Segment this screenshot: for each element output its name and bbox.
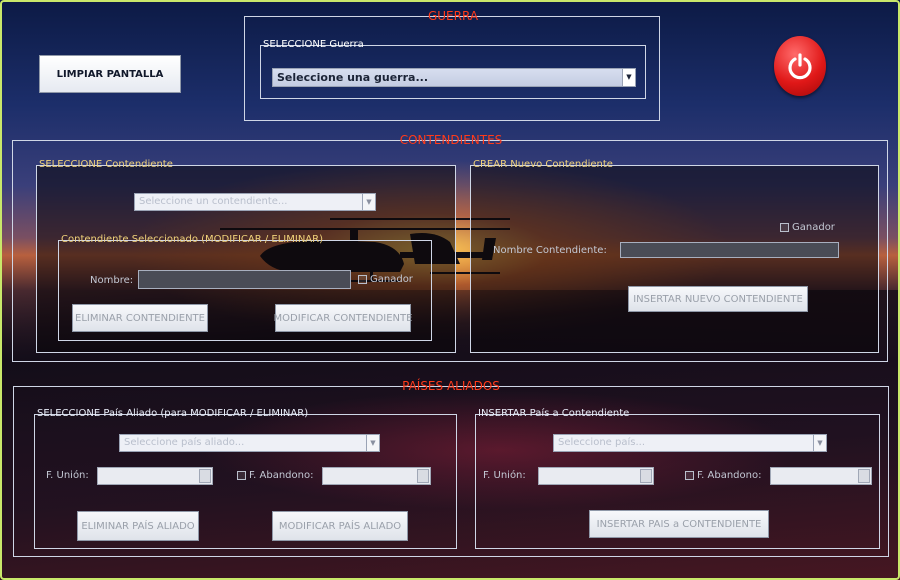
delete-aliado-button[interactable]: ELIMINAR PAÍS ALIADO: [77, 511, 199, 541]
clear-screen-label: LIMPIAR PANTALLA: [56, 68, 164, 80]
guerra-select-panel: SELECCIONE Guerra Seleccione una guerra.…: [260, 39, 646, 99]
new-ganador-checkbox[interactable]: Ganador: [780, 222, 835, 233]
guerra-select-title: SELECCIONE Guerra: [263, 39, 364, 50]
checkbox-box[interactable]: [358, 275, 367, 284]
modify-aliado-label: MODIFICAR PAÍS ALIADO: [278, 520, 402, 532]
calendar-icon[interactable]: [417, 469, 429, 483]
aliado-select-panel: SELECCIONE País Aliado (para MODIFICAR /…: [34, 408, 457, 549]
abandono-date-input[interactable]: [322, 467, 431, 485]
delete-aliado-label: ELIMINAR PAÍS ALIADO: [81, 520, 195, 532]
contendiente-selected-panel: Contendiente Seleccionado (MODIFICAR / E…: [58, 234, 432, 341]
guerra-group: GUERRA SELECCIONE Guerra Seleccione una …: [244, 9, 660, 121]
insert-union-date-label: F. Unión:: [483, 470, 526, 481]
modify-aliado-button[interactable]: MODIFICAR PAÍS ALIADO: [272, 511, 408, 541]
aliado-insert-panel: INSERTAR País a Contendiente Seleccione …: [475, 408, 880, 549]
abandono-label: F. Abandono:: [249, 470, 314, 481]
guerra-title: GUERRA: [427, 9, 479, 23]
aliado-select-value: Seleccione país aliado...: [124, 437, 245, 448]
aliado-insert-title: INSERTAR País a Contendiente: [478, 408, 630, 419]
new-name-label: Nombre Contendiente:: [493, 245, 607, 256]
contendiente-create-panel: CREAR Nuevo Contendiente Ganador Nombre …: [470, 159, 879, 353]
ganador-checkbox[interactable]: Ganador: [358, 274, 413, 285]
insert-pais-button[interactable]: INSERTAR PAIS a CONTENDIENTE: [589, 510, 769, 538]
insert-union-date-input[interactable]: [538, 467, 654, 485]
contendiente-select[interactable]: Seleccione un contendiente... ▼: [134, 193, 376, 211]
delete-contendiente-label: ELIMINAR CONTENDIENTE: [75, 312, 205, 324]
pais-select-value: Seleccione país...: [558, 437, 645, 448]
delete-contendiente-button[interactable]: ELIMINAR CONTENDIENTE: [72, 304, 208, 332]
contendientes-group: CONTENDIENTES SELECCIONE Contendiente Se…: [12, 133, 888, 362]
insert-abandono-checkbox[interactable]: F. Abandono:: [685, 470, 761, 481]
power-icon: [788, 53, 812, 80]
guerra-select-value: Seleccione una guerra...: [277, 71, 428, 84]
clear-screen-button[interactable]: LIMPIAR PANTALLA: [39, 55, 181, 93]
pais-select[interactable]: Seleccione país... ▼: [553, 434, 827, 452]
guerra-select[interactable]: Seleccione una guerra... ▼: [272, 68, 636, 87]
aliado-select[interactable]: Seleccione país aliado... ▼: [119, 434, 380, 452]
union-date-input[interactable]: [97, 467, 213, 485]
chevron-down-icon[interactable]: ▼: [362, 194, 375, 210]
checkbox-box[interactable]: [237, 471, 246, 480]
contendiente-create-title: CREAR Nuevo Contendiente: [473, 159, 613, 170]
new-ganador-label: Ganador: [792, 222, 835, 233]
insert-abandono-label: F. Abandono:: [697, 470, 762, 481]
aliados-group: PAÍSES ALIADOS SELECCIONE País Aliado (p…: [13, 379, 889, 557]
calendar-icon[interactable]: [199, 469, 211, 483]
contendiente-select-title: SELECCIONE Contendiente: [39, 159, 173, 170]
contendiente-selected-title: Contendiente Seleccionado (MODIFICAR / E…: [61, 234, 323, 245]
aliado-select-title: SELECCIONE País Aliado (para MODIFICAR /…: [37, 408, 309, 419]
chevron-down-icon[interactable]: ▼: [622, 69, 635, 86]
modify-contendiente-label: MODIFICAR CONTENDIENTE: [273, 312, 413, 324]
insert-contendiente-label: INSERTAR NUEVO CONTENDIENTE: [633, 293, 803, 305]
union-date-label: F. Unión:: [46, 470, 89, 481]
aliados-title: PAÍSES ALIADOS: [402, 379, 500, 393]
abandono-checkbox[interactable]: F. Abandono:: [237, 470, 313, 481]
checkbox-box[interactable]: [780, 223, 789, 232]
power-button[interactable]: [774, 36, 826, 96]
contendiente-select-panel: SELECCIONE Contendiente Seleccione un co…: [36, 159, 456, 353]
chevron-down-icon[interactable]: ▼: [366, 435, 379, 451]
calendar-icon[interactable]: [858, 469, 870, 483]
contendiente-name-input[interactable]: [138, 270, 351, 289]
name-label: Nombre:: [90, 275, 134, 286]
contendiente-select-value: Seleccione un contendiente...: [139, 196, 288, 207]
insert-pais-label: INSERTAR PAIS a CONTENDIENTE: [596, 518, 762, 530]
contendientes-title: CONTENDIENTES: [399, 133, 503, 147]
chevron-down-icon[interactable]: ▼: [813, 435, 826, 451]
insert-abandono-date-input[interactable]: [770, 467, 872, 485]
calendar-icon[interactable]: [640, 469, 652, 483]
checkbox-box[interactable]: [685, 471, 694, 480]
ganador-label: Ganador: [370, 274, 413, 285]
insert-contendiente-button[interactable]: INSERTAR NUEVO CONTENDIENTE: [628, 286, 808, 312]
modify-contendiente-button[interactable]: MODIFICAR CONTENDIENTE: [273, 304, 413, 332]
new-contendiente-name-input[interactable]: [620, 242, 839, 258]
